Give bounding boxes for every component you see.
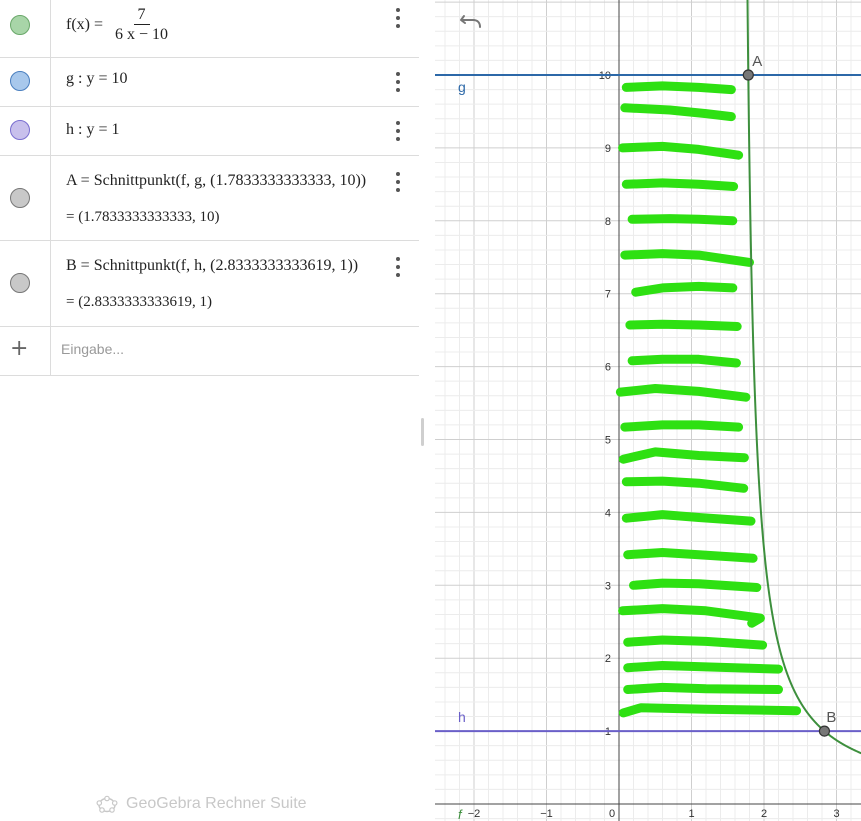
highlight-stroke bbox=[623, 682, 783, 694]
algebra-row-B[interactable]: B = Schnittpunkt(f, h, (2.8333333333619,… bbox=[0, 240, 419, 327]
algebra-row-g[interactable]: g : y = 10 bbox=[0, 57, 419, 107]
expression-g[interactable]: g : y = 10 bbox=[66, 70, 127, 88]
visibility-toggle-B[interactable] bbox=[10, 273, 30, 293]
fraction-denominator: 6 x − 10 bbox=[115, 26, 169, 43]
graphics-canvas[interactable]: −2−1012312345678910ghfAB bbox=[435, 0, 861, 821]
y-tick-label: 5 bbox=[605, 435, 611, 447]
function-lhs: f(x) = bbox=[66, 16, 104, 34]
more-menu-icon[interactable] bbox=[393, 121, 403, 141]
y-tick-label: 8 bbox=[605, 216, 611, 228]
highlight-stroke bbox=[620, 420, 744, 432]
algebra-row-A[interactable]: A = Schnittpunkt(f, g, (1.7833333333333,… bbox=[0, 155, 419, 241]
highlight-stroke bbox=[627, 214, 738, 226]
visibility-toggle-g[interactable] bbox=[10, 71, 30, 91]
highlight-stroke bbox=[621, 476, 749, 493]
highlight-stroke bbox=[631, 281, 738, 297]
expression-A[interactable]: A = Schnittpunkt(f, g, (1.7833333333333,… bbox=[66, 172, 366, 190]
more-menu-icon[interactable] bbox=[393, 257, 403, 277]
graphics-view[interactable]: −2−1012312345678910ghfAB bbox=[435, 0, 861, 821]
panel-splitter[interactable] bbox=[419, 0, 435, 821]
y-tick-label: 7 bbox=[605, 289, 611, 301]
highlight-stroke bbox=[621, 178, 739, 191]
point-A[interactable] bbox=[742, 69, 754, 81]
more-menu-icon[interactable] bbox=[393, 172, 403, 192]
highlight-stroke bbox=[623, 661, 783, 674]
more-menu-icon[interactable] bbox=[393, 8, 403, 28]
point-B[interactable] bbox=[818, 725, 831, 737]
algebra-view: f(x) = 7 6 x − 10 g : y = 10 h : y = 1 A… bbox=[0, 0, 419, 821]
highlight-stroke bbox=[620, 249, 754, 267]
highlight-stroke bbox=[621, 510, 756, 526]
highlight-stroke bbox=[629, 578, 762, 592]
visibility-toggle-f[interactable] bbox=[10, 15, 30, 35]
x-tick-label: −1 bbox=[540, 808, 553, 820]
expression-f[interactable]: f(x) = 7 6 x − 10 bbox=[66, 6, 172, 45]
label-B: B bbox=[826, 709, 836, 726]
label-g: g bbox=[458, 79, 466, 95]
x-tick-label: 0 bbox=[609, 808, 615, 820]
highlight-stroke bbox=[627, 354, 741, 368]
x-tick-label: 3 bbox=[833, 808, 839, 820]
input-field[interactable]: Eingabe... bbox=[61, 341, 124, 357]
y-tick-label: 2 bbox=[605, 653, 611, 665]
y-tick-label: 9 bbox=[605, 143, 611, 155]
highlight-stroke bbox=[618, 703, 802, 718]
highlight-stroke bbox=[620, 103, 736, 122]
expression-h[interactable]: h : y = 1 bbox=[66, 121, 119, 139]
y-tick-label: 4 bbox=[605, 507, 611, 519]
visibility-toggle-A[interactable] bbox=[10, 188, 30, 208]
more-menu-icon[interactable] bbox=[393, 72, 403, 92]
visibility-toggle-h[interactable] bbox=[10, 120, 30, 140]
highlight-stroke bbox=[625, 319, 742, 331]
highlight-stroke bbox=[623, 548, 758, 563]
label-A: A bbox=[752, 53, 762, 70]
highlight-stroke bbox=[623, 635, 768, 650]
expression-B[interactable]: B = Schnittpunkt(f, h, (2.8333333333619,… bbox=[66, 257, 358, 275]
highlight-stroke bbox=[618, 447, 749, 464]
footer-brand: GeoGebra Rechner Suite bbox=[96, 794, 307, 814]
input-row[interactable]: + Eingabe... bbox=[0, 326, 419, 376]
x-tick-label: 2 bbox=[761, 808, 767, 820]
fraction: 7 6 x − 10 bbox=[111, 6, 172, 45]
y-tick-label: 6 bbox=[605, 362, 611, 374]
geogebra-logo-icon bbox=[96, 795, 118, 813]
label-h: h bbox=[458, 709, 466, 725]
result-A: = (1.7833333333333, 10) bbox=[66, 209, 220, 225]
algebra-row-f[interactable]: f(x) = 7 6 x − 10 bbox=[0, 0, 419, 58]
x-tick-label: −2 bbox=[468, 808, 481, 820]
fraction-numerator: 7 bbox=[133, 6, 150, 25]
x-tick-label: 1 bbox=[688, 808, 694, 820]
splitter-handle[interactable] bbox=[421, 418, 424, 446]
add-icon[interactable]: + bbox=[10, 338, 28, 360]
y-tick-label: 3 bbox=[605, 580, 611, 592]
highlight-stroke bbox=[621, 81, 736, 95]
footer-label: GeoGebra Rechner Suite bbox=[126, 795, 307, 812]
undo-icon[interactable] bbox=[459, 12, 483, 32]
algebra-row-h[interactable]: h : y = 1 bbox=[0, 106, 419, 156]
result-B: = (2.8333333333619, 1) bbox=[66, 294, 212, 310]
